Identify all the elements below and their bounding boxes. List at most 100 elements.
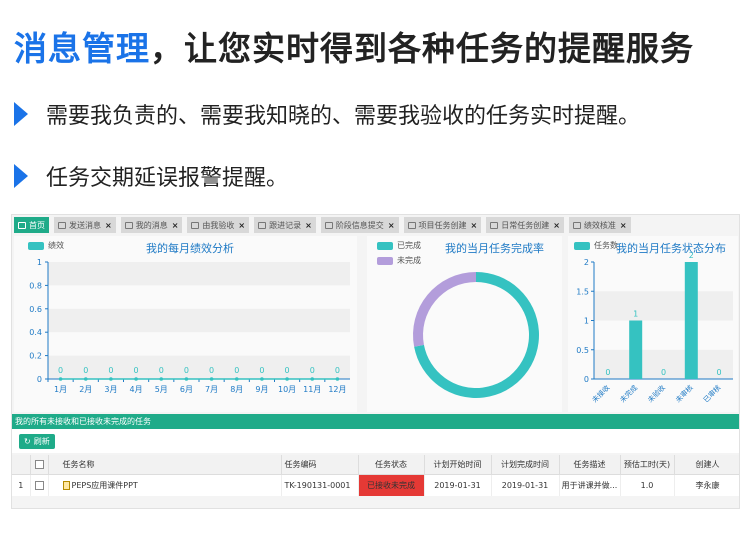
data-label: 0 (661, 368, 666, 377)
x-tick-label: 未审核 (674, 383, 695, 404)
monthly-performance-panel: 绩效 我的每月绩效分析 0 0.2 0.4 0.6 0.8 1 1月 0 2月 0 3月 0 4月 0 5月… (14, 236, 357, 412)
close-icon[interactable]: × (388, 221, 395, 230)
tab-label: 发送消息 (69, 220, 101, 230)
close-icon[interactable]: × (620, 221, 627, 230)
checkbox-icon (34, 480, 44, 490)
x-tick-label: 1月 (54, 385, 67, 394)
row-checkbox[interactable] (30, 474, 49, 496)
y-tick-label: 0.4 (29, 328, 42, 337)
chart-title: 我的当月任务完成率 (445, 242, 544, 255)
column-header[interactable]: 任务描述 (559, 455, 621, 475)
headline-highlight: 消息管理 (14, 29, 150, 68)
refresh-button[interactable]: ↻ 刷新 (19, 434, 55, 449)
tab-daily-task-create[interactable]: 日常任务创建 × (486, 217, 564, 233)
chart-legend: 未完成 (377, 255, 421, 266)
tab-home[interactable]: 首页 (14, 217, 49, 233)
data-label: 0 (310, 366, 315, 375)
data-point (184, 377, 189, 381)
close-icon[interactable]: × (238, 221, 245, 230)
close-icon[interactable]: × (471, 221, 478, 230)
data-label: 0 (159, 366, 164, 375)
data-label: 0 (717, 368, 722, 377)
column-header[interactable]: 任务名称 (48, 455, 282, 475)
y-tick-label: 0 (37, 375, 42, 384)
x-tick-label: 9月 (255, 385, 268, 394)
page-icon (191, 221, 200, 229)
page-icon (490, 221, 499, 229)
y-tick-label: 1 (584, 317, 589, 326)
headline: 消息管理，让您实时得到各种任务的提醒服务 (14, 22, 694, 70)
plan-start: 2019-01-31 (424, 474, 492, 496)
tab-bar: 首页 发送消息 × 我的消息 × 由我验收 × 跟进记录 × 阶段信息提交 × 项目任务创… (12, 215, 739, 233)
chart-legend: 任务数 (574, 240, 618, 251)
tab-project-task-create[interactable]: 项目任务创建 × (403, 217, 482, 233)
completion-rate-panel: 已完成 未完成 我的当月任务完成率 (367, 236, 562, 412)
tab-stage-submit[interactable]: 阶段信息提交 × (320, 217, 399, 233)
column-header[interactable]: 创建人 (674, 455, 739, 475)
x-tick-label: 10月 (278, 385, 296, 394)
legend-swatch (377, 241, 393, 250)
document-icon (62, 480, 70, 490)
data-label: 0 (209, 366, 214, 375)
creator: 李永康 (674, 474, 739, 496)
y-tick-label: 0 (584, 375, 589, 384)
data-point (209, 377, 214, 381)
close-icon[interactable]: × (172, 221, 179, 230)
estimated-hours: 1.0 (620, 474, 675, 496)
table-row[interactable]: 1 PEPS应用课件PPT TK-190131-0001 已接收未完成 2019… (12, 474, 739, 496)
column-header[interactable]: 预估工时(天) (620, 455, 675, 475)
y-tick-label: 1.5 (576, 287, 589, 296)
data-point (234, 377, 239, 381)
column-header[interactable]: 计划完成时间 (491, 455, 560, 475)
task-name-cell[interactable]: PEPS应用课件PPT (48, 474, 282, 496)
grid-toolbar: ↻ 刷新 (12, 429, 739, 453)
task-grid-title: 我的所有未接收和已接收未完成的任务 (12, 414, 739, 429)
close-icon[interactable]: × (105, 221, 112, 230)
tab-label: 日常任务创建 (501, 220, 550, 230)
close-icon[interactable]: × (553, 221, 560, 230)
legend-label: 任务数 (594, 241, 618, 250)
page-icon (124, 221, 133, 229)
legend-swatch (377, 256, 393, 265)
refresh-label: 刷新 (33, 437, 50, 446)
grid-band (48, 355, 350, 379)
status-distribution-panel: 任务数 我的当月任务状态分布 0 0.5 1 1.5 2 0 未接收 1 未完成 0 未验收 2 未审核… (568, 236, 738, 412)
home-icon (18, 221, 26, 229)
status-badge: 已接收未完成 (358, 474, 425, 496)
data-label: 0 (335, 366, 340, 375)
data-point (83, 377, 88, 381)
bullet-item: 任务交期延误报警提醒。 (14, 160, 288, 192)
tab-my-messages[interactable]: 我的消息 × (120, 217, 183, 233)
status-bar-chart: 00.511.520未接收1未完成0未验收2未审核0已审核 (576, 251, 733, 404)
chart-legend: 绩效 (28, 240, 64, 251)
data-point (109, 377, 113, 381)
select-all-checkbox[interactable] (30, 455, 49, 475)
data-label: 0 (108, 366, 113, 375)
close-icon[interactable]: × (305, 221, 312, 230)
tab-label: 项目任务创建 (418, 220, 467, 230)
column-header[interactable]: 任务状态 (358, 455, 425, 475)
x-tick-label: 8月 (230, 385, 243, 394)
data-label: 0 (285, 366, 290, 375)
checkbox-icon (34, 459, 44, 469)
legend-label: 绩效 (48, 241, 64, 250)
x-tick-label: 6月 (180, 385, 193, 394)
column-header[interactable]: 任务编码 (281, 455, 359, 475)
legend-label: 已完成 (397, 241, 421, 250)
app-screenshot: 首页 发送消息 × 我的消息 × 由我验收 × 跟进记录 × 阶段信息提交 × 项目任务创… (11, 214, 740, 509)
tab-follow-up[interactable]: 跟进记录 × (254, 217, 316, 233)
y-tick-label: 0.5 (576, 346, 589, 355)
tab-my-acceptance[interactable]: 由我验收 × (187, 217, 250, 233)
tab-send-message[interactable]: 发送消息 × (54, 217, 116, 233)
chart-legend: 已完成 (377, 240, 421, 251)
data-label: 0 (134, 366, 139, 375)
row-index: 1 (12, 474, 31, 496)
data-label: 0 (184, 366, 189, 375)
bar (684, 262, 698, 379)
column-header[interactable]: 计划开始时间 (424, 455, 492, 475)
tab-label: 跟进记录 (269, 220, 302, 230)
data-label: 0 (83, 366, 88, 375)
page-icon (407, 221, 416, 229)
tab-performance-approve[interactable]: 绩效核准 × (568, 217, 631, 233)
legend-swatch (28, 241, 44, 250)
